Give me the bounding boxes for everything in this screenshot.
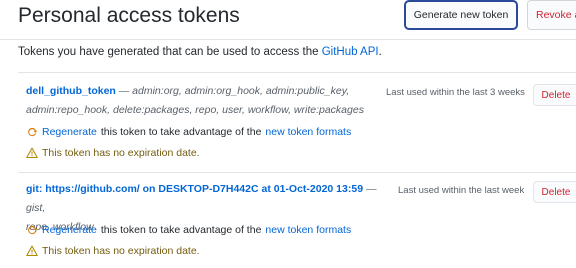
- expiration-warning: This token has no expiration date.: [26, 147, 200, 159]
- token-scopes: — admin:org, admin:org_hook, admin:publi…: [115, 85, 350, 97]
- regenerate-row: Regenerate this token to take advantage …: [26, 224, 351, 236]
- regenerate-link[interactable]: Regenerate: [42, 224, 97, 236]
- generate-new-token-button[interactable]: Generate new token: [404, 0, 518, 30]
- alert-icon: [26, 245, 38, 257]
- token-description: dell_github_token — admin:org, admin:org…: [26, 82, 366, 120]
- intro-suffix: .: [378, 46, 382, 58]
- delete-token-button[interactable]: Delete: [533, 84, 576, 106]
- delete-token-button[interactable]: Delete: [533, 181, 576, 203]
- token-last-used: Last used within the last 3 weeks: [386, 87, 525, 98]
- github-api-link[interactable]: GitHub API: [322, 46, 379, 58]
- sync-icon: [28, 127, 37, 137]
- token-name-link[interactable]: dell_github_token: [26, 85, 116, 97]
- expiration-warning-text: This token has no expiration date.: [42, 245, 200, 257]
- regenerate-text: this token to take advantage of the: [100, 224, 262, 236]
- expiration-warning-text: This token has no expiration date.: [42, 147, 200, 159]
- regenerate-text: this token to take advantage of the: [100, 126, 262, 138]
- expiration-warning: This token has no expiration date.: [26, 245, 200, 257]
- new-token-formats-link[interactable]: new token formats: [265, 224, 351, 236]
- regenerate-link[interactable]: Regenerate: [42, 126, 97, 138]
- token-name-link[interactable]: git: https://github.com/ on DESKTOP-D7H4…: [26, 183, 363, 195]
- token-last-used: Last used within the last week: [398, 185, 525, 196]
- intro-text: Tokens you have generated that can be us…: [18, 46, 382, 58]
- token-scopes-cont: admin:repo_hook, delete:packages, repo, …: [26, 104, 364, 116]
- alert-icon: [26, 147, 38, 159]
- page-title: Personal access tokens: [18, 4, 240, 27]
- regenerate-row: Regenerate this token to take advantage …: [26, 126, 351, 138]
- token-divider: [18, 172, 576, 173]
- intro-text-label: Tokens you have generated that can be us…: [18, 46, 322, 58]
- new-token-formats-link[interactable]: new token formats: [265, 126, 351, 138]
- sync-icon: [28, 225, 37, 235]
- revoke-all-button[interactable]: Revoke al: [527, 0, 576, 30]
- token-list-top-divider: [18, 72, 576, 73]
- header-divider: [0, 39, 576, 40]
